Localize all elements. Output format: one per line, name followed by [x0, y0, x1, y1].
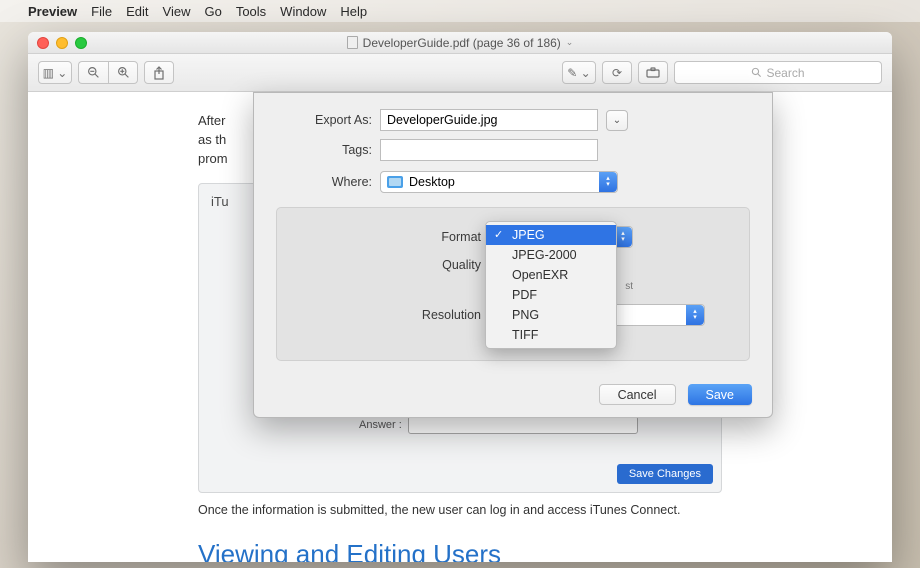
- where-dropdown[interactable]: Desktop: [380, 171, 618, 193]
- format-label: Format: [277, 230, 487, 244]
- body-text: Once the information is submitted, the n…: [198, 503, 722, 517]
- menu-file[interactable]: File: [91, 4, 112, 19]
- save-button[interactable]: Save: [688, 384, 753, 405]
- format-options-panel: Format Quality st Resolution: [276, 207, 750, 361]
- format-option-openexr[interactable]: OpenEXR: [486, 265, 616, 285]
- annotate-button[interactable]: ✎ ⌄: [562, 61, 596, 84]
- title-chevron-icon[interactable]: ⌄: [566, 37, 574, 48]
- zoom-button-group: [78, 61, 138, 84]
- menu-help[interactable]: Help: [340, 4, 367, 19]
- format-option-jpeg[interactable]: JPEG: [486, 225, 616, 245]
- share-button[interactable]: [144, 61, 174, 84]
- rotate-button[interactable]: ⟳: [602, 61, 632, 84]
- where-value: Desktop: [409, 175, 455, 189]
- format-option-tiff[interactable]: TIFF: [486, 325, 616, 345]
- document-icon: [347, 36, 358, 49]
- stepper-handle-icon: [686, 305, 704, 325]
- zoom-out-button[interactable]: [78, 61, 108, 84]
- quality-hint: st: [625, 281, 633, 292]
- export-sheet: Export As: ⌄ Tags: Where: Desktop Format: [253, 92, 773, 418]
- menu-go[interactable]: Go: [204, 4, 221, 19]
- answer-input[interactable]: [408, 416, 638, 434]
- expand-save-panel-button[interactable]: ⌄: [606, 110, 628, 131]
- desktop-folder-icon: [387, 176, 403, 188]
- app-menu[interactable]: Preview: [28, 4, 77, 19]
- body-text: After: [198, 112, 225, 131]
- export-as-label: Export As:: [254, 113, 380, 127]
- format-dropdown-menu: JPEG JPEG-2000 OpenEXR PDF PNG TIFF: [485, 221, 617, 349]
- zoom-in-button[interactable]: [108, 61, 138, 84]
- format-option-pdf[interactable]: PDF: [486, 285, 616, 305]
- answer-label: Answer :: [359, 419, 402, 431]
- menu-window[interactable]: Window: [280, 4, 326, 19]
- window-title: DeveloperGuide.pdf (page 36 of 186): [363, 36, 561, 50]
- sidebar-toggle-button[interactable]: ▥ ⌄: [38, 61, 72, 84]
- menu-bar: Preview File Edit View Go Tools Window H…: [0, 0, 920, 22]
- search-icon: [751, 67, 762, 78]
- export-filename-input[interactable]: [380, 109, 598, 131]
- search-placeholder: Search: [766, 66, 804, 80]
- quality-label: Quality: [277, 258, 487, 272]
- save-changes-button[interactable]: Save Changes: [617, 464, 713, 484]
- format-option-png[interactable]: PNG: [486, 305, 616, 325]
- toolbar: ▥ ⌄ ✎ ⌄ ⟳ Search: [28, 54, 892, 92]
- where-label: Where:: [254, 175, 380, 189]
- tags-label: Tags:: [254, 143, 380, 157]
- search-field[interactable]: Search: [674, 61, 882, 84]
- resolution-label: Resolution: [277, 308, 487, 322]
- preview-window: DeveloperGuide.pdf (page 36 of 186) ⌄ ▥ …: [28, 32, 892, 562]
- stepper-handle-icon: [599, 172, 617, 192]
- format-option-jpeg2000[interactable]: JPEG-2000: [486, 245, 616, 265]
- menu-edit[interactable]: Edit: [126, 4, 148, 19]
- menu-tools[interactable]: Tools: [236, 4, 266, 19]
- body-text: as th: [198, 131, 226, 150]
- body-text: prom: [198, 151, 228, 166]
- tags-input[interactable]: [380, 139, 598, 161]
- menu-view[interactable]: View: [163, 4, 191, 19]
- cancel-button[interactable]: Cancel: [599, 384, 676, 405]
- titlebar: DeveloperGuide.pdf (page 36 of 186) ⌄: [28, 32, 892, 54]
- section-heading: Viewing and Editing Users: [198, 539, 722, 562]
- markup-button[interactable]: [638, 61, 668, 84]
